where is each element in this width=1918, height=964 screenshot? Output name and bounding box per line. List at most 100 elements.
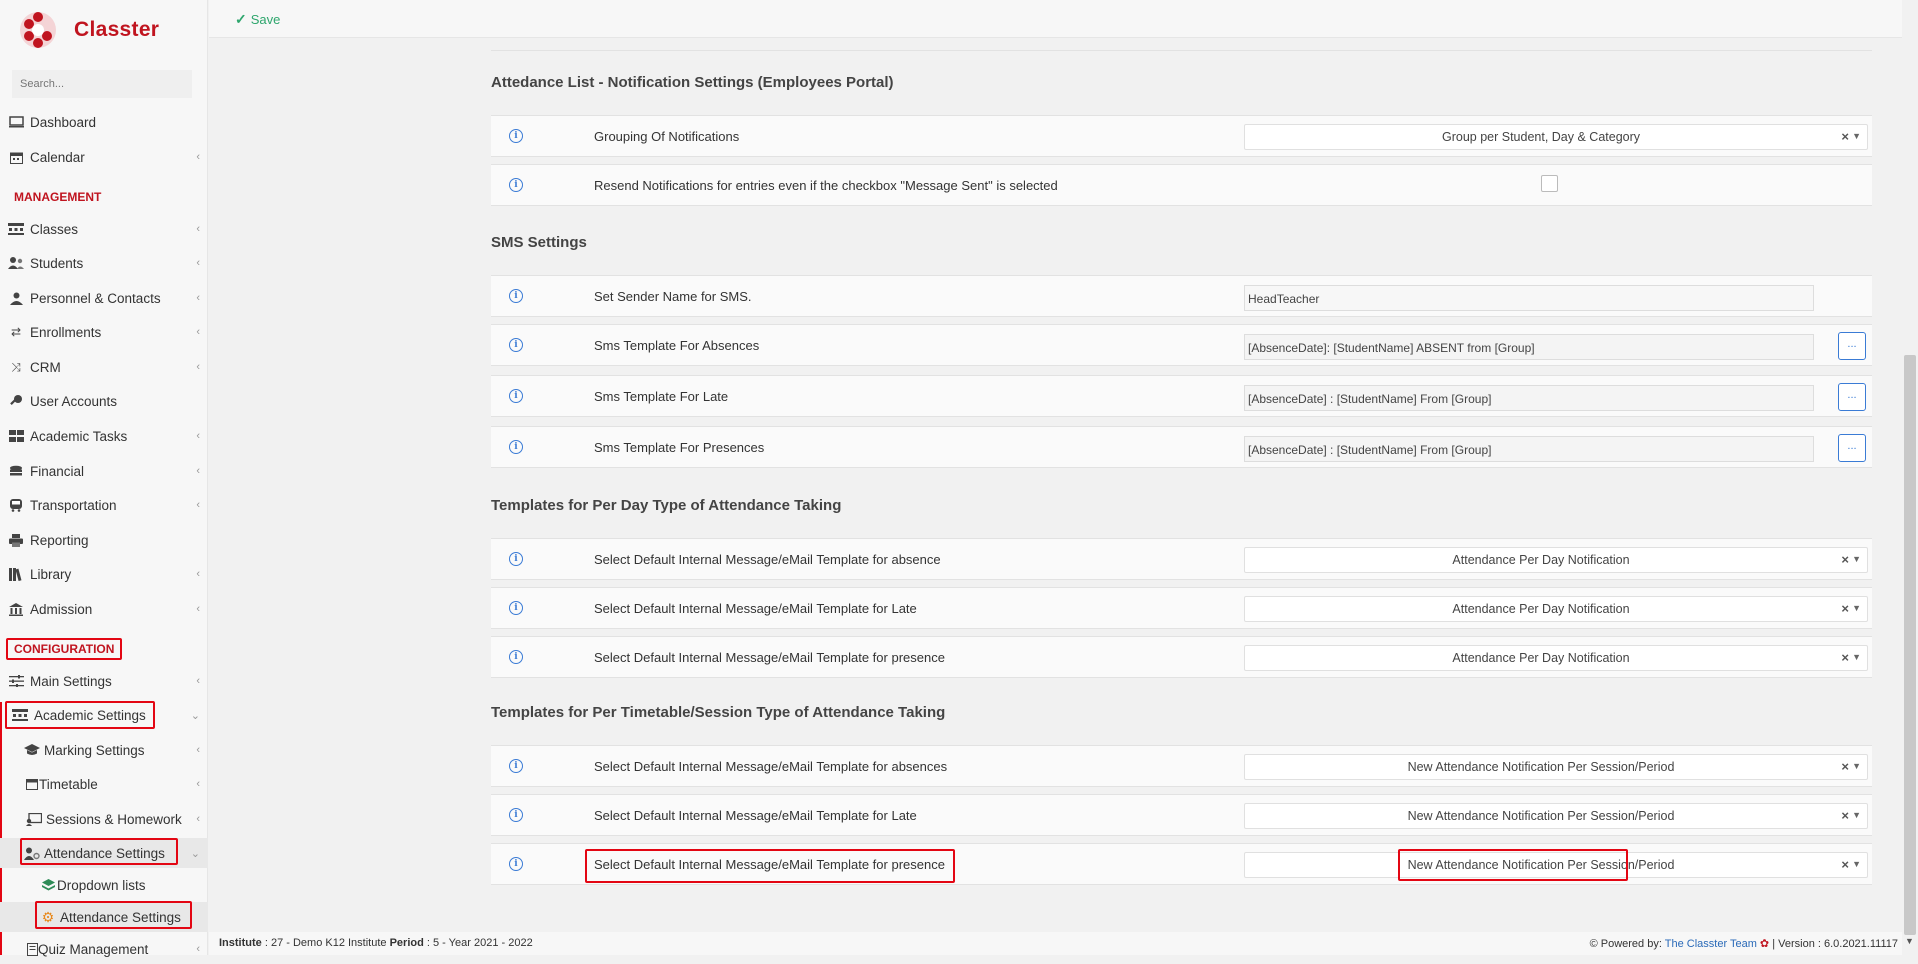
students-icon (8, 256, 24, 270)
caret-down-icon: ▼ (1852, 603, 1861, 613)
info-icon[interactable]: i (509, 389, 523, 403)
version: | Version : 6.0.2021.11117 (1772, 938, 1898, 950)
sidebar-item-quiz-management[interactable]: Quiz Management ‹ (0, 934, 208, 964)
sidebar-item-sessions-homework[interactable]: Sessions & Homework ‹ (0, 804, 208, 834)
sidebar-item-label: Academic Tasks (30, 428, 128, 444)
perday-presence-select[interactable]: Attendance Per Day Notification × ▼ (1244, 645, 1868, 671)
session-late-select[interactable]: New Attendance Notification Per Session/… (1244, 803, 1868, 829)
check-icon: ✓ (235, 11, 247, 27)
info-icon[interactable]: i (509, 338, 523, 352)
sender-name-input[interactable]: HeadTeacher (1244, 285, 1814, 311)
setting-label: Set Sender Name for SMS. (594, 289, 752, 304)
clear-icon[interactable]: × (1841, 129, 1849, 144)
sidebar-item-enrollments[interactable]: ⇄ Enrollments ‹ (0, 317, 208, 347)
select-value: New Attendance Notification Per Session/… (1407, 760, 1675, 774)
sidebar-item-admission[interactable]: Admission ‹ (0, 594, 208, 624)
clear-icon[interactable]: × (1841, 552, 1849, 567)
session-absences-select[interactable]: New Attendance Notification Per Session/… (1244, 754, 1868, 780)
info-icon[interactable]: i (509, 129, 523, 143)
sidebar-item-reporting[interactable]: Reporting (0, 525, 208, 555)
sidebar-item-main-settings[interactable]: Main Settings ‹ (0, 666, 208, 696)
resend-checkbox[interactable] (1541, 175, 1558, 192)
perday-absence-select[interactable]: Attendance Per Day Notification × ▼ (1244, 547, 1868, 573)
sidebar-item-students[interactable]: Students ‹ (0, 248, 208, 278)
sidebar-item-personnel[interactable]: Personnel & Contacts ‹ (0, 283, 208, 313)
setting-row-sms-late: i Sms Template For Late [AbsenceDate] : … (491, 375, 1872, 417)
info-icon[interactable]: i (509, 601, 523, 615)
clear-icon[interactable]: × (1841, 601, 1849, 616)
select-value: New Attendance Notification Per Session/… (1407, 809, 1675, 823)
printer-icon (8, 533, 24, 547)
info-icon[interactable]: i (509, 650, 523, 664)
edit-template-button[interactable]: ... (1838, 383, 1866, 411)
info-icon[interactable]: i (509, 440, 523, 454)
sidebar-item-library[interactable]: Library ‹ (0, 559, 208, 589)
info-icon[interactable]: i (509, 759, 523, 773)
building-icon (8, 602, 24, 616)
scroll-down-icon[interactable]: ▼ (1905, 936, 1914, 946)
info-icon[interactable]: i (509, 552, 523, 566)
chevron-left-icon: ‹ (196, 151, 200, 163)
calendar-icon (8, 150, 24, 164)
chevron-left-icon: ‹ (196, 568, 200, 580)
logo[interactable]: Classter (18, 10, 159, 50)
info-icon[interactable]: i (509, 289, 523, 303)
sidebar-item-financial[interactable]: Financial ‹ (0, 456, 208, 486)
save-button[interactable]: ✓ Save (235, 11, 280, 28)
chevron-left-icon: ‹ (196, 465, 200, 477)
info-icon[interactable]: i (509, 857, 523, 871)
sidebar-item-dropdown-lists[interactable]: Dropdown lists (0, 870, 208, 900)
sidebar-item-label: Quiz Management (38, 941, 149, 957)
search-input[interactable] (12, 70, 192, 98)
perday-late-select[interactable]: Attendance Per Day Notification × ▼ (1244, 596, 1868, 622)
section-title-per-session: Templates for Per Timetable/Session Type… (491, 704, 946, 721)
clear-icon[interactable]: × (1841, 650, 1849, 665)
clear-icon[interactable]: × (1841, 857, 1849, 872)
grouping-select[interactable]: Group per Student, Day & Category × ▼ (1244, 124, 1868, 150)
chevron-down-icon: ⌄ (190, 847, 200, 860)
sidebar-item-attendance-settings[interactable]: Attendance Settings ⌄ (0, 838, 208, 868)
sidebar-item-transportation[interactable]: Transportation ‹ (0, 490, 208, 520)
sliders-icon (8, 674, 24, 688)
caret-down-icon: ▼ (1852, 810, 1861, 820)
sidebar-item-attendance-settings-sub[interactable]: ⚙ Attendance Settings (0, 902, 208, 932)
brand-name: Classter (74, 18, 160, 41)
sidebar-item-academic-tasks[interactable]: Academic Tasks ‹ (0, 421, 208, 451)
clear-icon[interactable]: × (1841, 808, 1849, 823)
classes-icon (12, 708, 28, 722)
edit-template-button[interactable]: ... (1838, 434, 1866, 462)
sms-late-input[interactable]: [AbsenceDate] : [StudentName] From [Grou… (1244, 385, 1814, 411)
sidebar-item-classes[interactable]: Classes ‹ (0, 214, 208, 244)
info-icon[interactable]: i (509, 178, 523, 192)
personnel-icon (8, 291, 24, 305)
sms-presences-input[interactable]: [AbsenceDate] : [StudentName] From [Grou… (1244, 436, 1814, 462)
sidebar-item-timetable[interactable]: Timetable ‹ (0, 769, 208, 799)
setting-row-resend: i Resend Notifications for entries even … (491, 164, 1872, 206)
footer-credits: © Powered by: The Classter Team ✿ | Vers… (1590, 937, 1898, 950)
sidebar-item-dashboard[interactable]: Dashboard (0, 107, 208, 137)
sidebar-item-marking-settings[interactable]: Marking Settings ‹ (0, 735, 208, 765)
sidebar-item-crm[interactable]: ⤨ CRM ‹ (0, 352, 208, 382)
caret-down-icon: ▼ (1852, 554, 1861, 564)
setting-label: Select Default Internal Message/eMail Te… (594, 650, 945, 665)
caret-down-icon: ▼ (1852, 859, 1861, 869)
key-icon (8, 394, 24, 408)
sidebar-item-label: Financial (30, 463, 85, 479)
clear-icon[interactable]: × (1841, 759, 1849, 774)
sidebar-item-academic-settings[interactable]: Academic Settings ⌄ (0, 700, 208, 730)
sms-absences-input[interactable]: [AbsenceDate]: [StudentName] ABSENT from… (1244, 334, 1814, 360)
setting-row-grouping: i Grouping Of Notifications Group per St… (491, 115, 1872, 157)
chevron-left-icon: ‹ (196, 943, 200, 955)
sidebar-item-calendar[interactable]: Calendar ‹ (0, 142, 208, 172)
copyright-icon: © (1589, 938, 1598, 950)
classter-team-link[interactable]: The Classter Team (1665, 938, 1757, 950)
sidebar-item-user-accounts[interactable]: User Accounts (0, 386, 208, 416)
sidebar-item-label: Classes (30, 221, 79, 237)
setting-label: Grouping Of Notifications (594, 129, 740, 144)
info-icon[interactable]: i (509, 808, 523, 822)
setting-label: Sms Template For Late (594, 389, 729, 404)
scrollbar-thumb[interactable] (1904, 355, 1916, 935)
edit-template-button[interactable]: ... (1838, 332, 1866, 360)
session-presence-select[interactable]: New Attendance Notification Per Session/… (1244, 852, 1868, 878)
user-gear-icon (24, 846, 40, 860)
